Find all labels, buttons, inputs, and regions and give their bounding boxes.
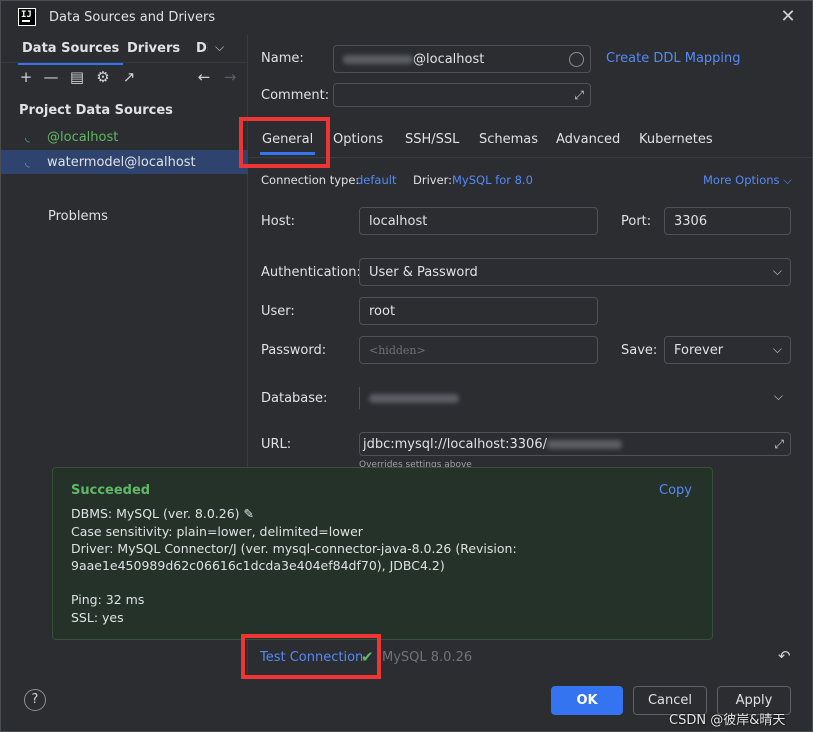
add-icon[interactable]: +	[18, 68, 34, 86]
highlight-box-general	[239, 117, 330, 168]
result-title: Succeeded	[71, 483, 151, 498]
result-line: Driver: MySQL Connector/J (ver. mysql-co…	[71, 541, 517, 556]
tab-schemas[interactable]: Schemas	[479, 132, 538, 147]
tabs-divider	[1, 62, 248, 63]
port-input[interactable]: 3306	[664, 207, 791, 235]
data-source-label: watermodel@localhost	[47, 154, 196, 170]
back-arrow-icon[interactable]: ←	[196, 68, 212, 86]
section-title: Project Data Sources	[19, 103, 173, 118]
redacted-text	[343, 54, 413, 64]
save-value: Forever	[674, 342, 724, 358]
more-options-link[interactable]: More Options ⌵	[703, 173, 792, 188]
result-line: DBMS: MySQL (ver. 8.0.26) ✎	[71, 506, 254, 521]
redacted-text	[369, 393, 459, 403]
connection-type-link[interactable]: default	[356, 173, 396, 187]
remove-icon[interactable]: —	[43, 68, 59, 86]
pencil-icon[interactable]: ✎	[240, 506, 254, 521]
chevron-down-icon: ⌵	[783, 173, 792, 187]
mysql-dolphin-icon: ◟	[25, 155, 30, 169]
window-title: Data Sources and Drivers	[49, 10, 216, 25]
left-tabs: Data Sources Drivers DI ⌵	[1, 34, 248, 65]
url-input[interactable]: jdbc:mysql://localhost:3306/ ⤢	[359, 432, 791, 456]
host-label: Host:	[261, 214, 295, 229]
result-line: Case sensitivity: plain=lower, delimited…	[71, 524, 363, 539]
settings-tabs: General Options SSH/SSL Schemas Advanced…	[249, 126, 812, 158]
revert-icon[interactable]: ↶	[778, 647, 791, 665]
authentication-select[interactable]: User & Password ⌵	[359, 258, 791, 286]
title-bar: IJ Data Sources and Drivers ✕	[1, 1, 812, 34]
app-icon-text: IJ	[21, 10, 32, 20]
name-field[interactable]: @localhost	[333, 45, 591, 73]
tab-drivers[interactable]: Drivers	[127, 41, 180, 56]
port-label: Port:	[621, 214, 652, 229]
tab-options[interactable]: Options	[333, 132, 383, 147]
user-label: User:	[261, 304, 295, 319]
database-input[interactable]: ⌵	[359, 387, 791, 409]
chevron-down-icon[interactable]: ⌵	[215, 40, 224, 55]
problems-item[interactable]: Problems	[48, 209, 108, 224]
help-icon[interactable]: ?	[24, 689, 46, 711]
password-label: Password:	[261, 343, 327, 358]
url-value: jdbc:mysql://localhost:3306/	[363, 436, 547, 452]
authentication-label: Authentication:	[261, 265, 361, 280]
tab-overflow[interactable]: DI	[196, 41, 208, 56]
connection-type-label: Connection type:	[261, 173, 360, 187]
result-line: 9aae1e450989d62c06616c1dcda3e404ef84df70…	[71, 558, 445, 573]
jump-to-icon[interactable]: ↗	[121, 68, 137, 86]
create-ddl-mapping-link[interactable]: Create DDL Mapping	[606, 51, 741, 66]
left-toolbar: + — ▤ ⚙ ↗ ← →	[18, 68, 248, 90]
close-icon[interactable]: ✕	[778, 7, 798, 27]
driver-link[interactable]: MySQL for 8.0	[452, 173, 533, 187]
result-line: SSL: yes	[71, 610, 124, 625]
data-source-item-selected[interactable]: ◟ watermodel@localhost	[1, 150, 248, 174]
settings-icon[interactable]: ⚙	[95, 68, 111, 86]
chevron-down-icon: ⌵	[772, 264, 782, 278]
data-source-label: @localhost	[47, 129, 119, 145]
ok-button[interactable]: OK	[551, 686, 623, 715]
authentication-value: User & Password	[369, 264, 478, 280]
expand-icon[interactable]: ⤢	[774, 437, 784, 452]
forward-arrow-icon[interactable]: →	[222, 68, 238, 86]
database-label: Database:	[261, 391, 328, 406]
user-value: root	[369, 303, 396, 319]
save-select[interactable]: Forever ⌵	[664, 336, 791, 364]
tab-data-sources[interactable]: Data Sources	[17, 41, 124, 65]
host-value: localhost	[369, 213, 428, 229]
save-label: Save:	[621, 343, 658, 358]
connection-result-popup: Succeeded Copy DBMS: MySQL (ver. 8.0.26)…	[52, 467, 713, 640]
comment-label: Comment:	[261, 88, 330, 103]
comment-field[interactable]: ⤢	[333, 83, 591, 107]
chevron-down-icon: ⌵	[773, 389, 783, 403]
more-options-text: More Options	[703, 173, 780, 187]
driver-label: Driver:	[413, 173, 453, 187]
tab-advanced[interactable]: Advanced	[556, 132, 620, 147]
chevron-down-icon: ⌵	[772, 342, 782, 356]
tab-ssh-ssl[interactable]: SSH/SSL	[405, 132, 459, 147]
mysql-version-text: MySQL 8.0.26	[382, 650, 473, 665]
dialog-window: IJ Data Sources and Drivers ✕ Data Sourc…	[0, 0, 813, 732]
duplicate-icon[interactable]: ▤	[69, 68, 85, 86]
mysql-dolphin-icon: ◟	[25, 130, 30, 144]
user-input[interactable]: root	[359, 297, 598, 325]
redacted-text	[546, 439, 622, 449]
password-placeholder: <hidden>	[369, 343, 426, 357]
tab-kubernetes[interactable]: Kubernetes	[639, 132, 713, 147]
name-value: @localhost	[413, 51, 485, 67]
port-value: 3306	[674, 213, 708, 229]
result-line: Ping: 32 ms	[71, 592, 145, 607]
name-label: Name:	[261, 51, 304, 66]
data-source-item[interactable]: ◟ @localhost	[1, 125, 248, 149]
watermark: CSDN @彼岸&晴天	[669, 713, 786, 728]
expand-icon[interactable]: ⤢	[574, 88, 584, 103]
password-input[interactable]: <hidden>	[359, 336, 598, 364]
host-input[interactable]: localhost	[359, 207, 598, 235]
highlight-box-test-connection	[241, 634, 381, 679]
result-line-text: DBMS: MySQL (ver. 8.0.26)	[71, 506, 240, 521]
copy-link[interactable]: Copy	[659, 483, 692, 498]
color-circle-icon[interactable]	[569, 52, 584, 67]
intellij-app-icon: IJ	[18, 8, 36, 26]
url-label: URL:	[261, 437, 292, 452]
